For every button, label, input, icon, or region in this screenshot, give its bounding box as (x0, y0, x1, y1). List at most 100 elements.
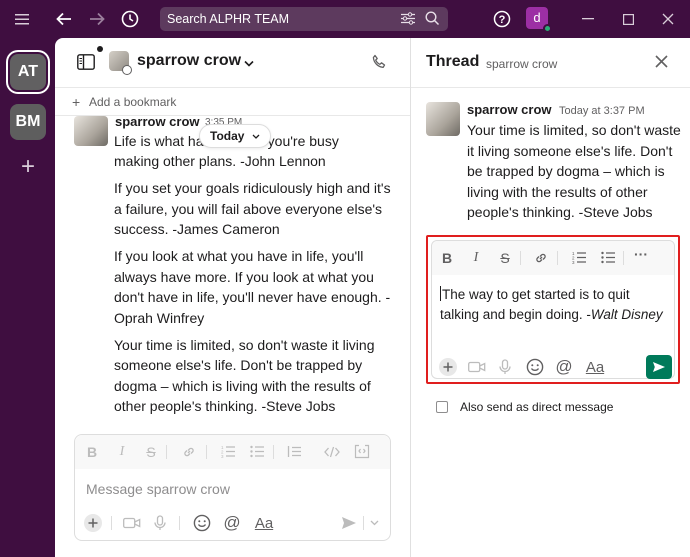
reply-text-attribution: Walt Disney (590, 307, 663, 322)
ordered-list-icon[interactable]: 123 (570, 251, 588, 267)
microphone-icon[interactable] (498, 357, 512, 377)
message-line: success. -James Cameron (114, 221, 280, 237)
thread-title: Thread (426, 53, 480, 70)
thread-author-avatar[interactable] (426, 102, 460, 136)
reply-input[interactable]: The way to get started is to quit talkin… (440, 285, 672, 325)
divider (206, 445, 207, 459)
emoji-icon[interactable] (193, 513, 211, 533)
bulleted-list-icon[interactable] (599, 251, 617, 267)
message-line: n you're busy (256, 133, 339, 149)
more-options-icon[interactable]: ··· (632, 246, 650, 262)
text-formatting-label: Aa (254, 514, 274, 532)
thread-author-name[interactable]: sparrow crow (467, 102, 552, 117)
date-divider-today[interactable]: Today (199, 124, 271, 148)
ordered-list-icon[interactable]: 123 (219, 445, 237, 461)
reply-text-line1: The way to get started is to quit (442, 287, 630, 302)
message-author-name[interactable]: sparrow crow (115, 114, 200, 129)
message-line: Oprah Winfrey (114, 310, 205, 326)
mention-icon[interactable]: @ (555, 357, 573, 377)
emoji-icon[interactable] (526, 357, 544, 377)
mention-icon[interactable]: @ (223, 513, 241, 533)
workspace-bm[interactable]: BM (10, 104, 46, 140)
send-icon (653, 362, 665, 372)
close-thread-icon[interactable] (655, 52, 668, 73)
italic-icon[interactable]: I (113, 444, 131, 460)
send-button[interactable] (646, 355, 672, 379)
thread-message-line: be trapped by dogma – which is (467, 163, 665, 179)
bulleted-list-icon[interactable] (248, 445, 266, 461)
reply-composer[interactable]: B I S 123 ··· The way to get started is … (431, 240, 675, 379)
history-clock-icon[interactable] (119, 8, 141, 30)
reply-composer-highlight: B I S 123 ··· The way to get started is … (426, 235, 680, 384)
phone-call-icon[interactable] (371, 54, 387, 75)
message-line: If you look at what you have in life, yo… (114, 248, 364, 264)
reply-text-line2: talking and begin doing. - (440, 307, 591, 322)
microphone-icon[interactable] (153, 513, 167, 533)
search-filter-icon[interactable] (401, 12, 415, 28)
formatting-toolbar: B I S 123 (75, 435, 390, 469)
code-icon[interactable] (323, 445, 341, 461)
presence-away-icon (122, 65, 132, 75)
message-author-avatar[interactable] (74, 116, 108, 146)
attach-plus-icon[interactable] (83, 513, 103, 533)
message-line: Your time is limited, so don't waste it … (114, 337, 375, 353)
message-composer[interactable]: B I S 123 Message sparrow crow @ Aa (74, 434, 391, 541)
divider (179, 516, 180, 530)
video-camera-icon[interactable] (123, 513, 141, 533)
also-send-checkbox[interactable] (436, 401, 448, 413)
strikethrough-icon[interactable]: S (142, 444, 160, 460)
message-line: someone else's life. Don't be trapped by (114, 357, 363, 373)
thread-message-line: living with the results of other (467, 184, 648, 200)
svg-text:3: 3 (572, 260, 575, 264)
hamburger-menu-icon[interactable] (11, 8, 33, 30)
italic-icon[interactable]: I (467, 250, 485, 266)
also-send-label: Also send as direct message (460, 400, 614, 414)
link-icon[interactable] (180, 445, 198, 462)
composer-placeholder[interactable]: Message sparrow crow (86, 481, 230, 497)
help-icon[interactable]: ? (491, 8, 513, 30)
video-camera-icon[interactable] (468, 357, 486, 377)
message-line: always have more. If you look at what yo… (114, 269, 374, 285)
add-workspace-icon[interactable]: + (17, 155, 39, 179)
minimize-window-icon[interactable] (577, 8, 599, 30)
search-placeholder: Search ALPHR TEAM (167, 12, 290, 26)
blockquote-icon[interactable] (285, 445, 303, 461)
bold-icon[interactable]: B (83, 444, 101, 460)
divider (363, 516, 364, 530)
attach-plus-icon[interactable] (438, 357, 458, 377)
forward-arrow-icon[interactable] (86, 8, 108, 30)
chevron-down-icon (252, 134, 260, 139)
maximize-window-icon[interactable] (617, 8, 639, 30)
svg-text:?: ? (499, 14, 506, 26)
schedule-chevron-icon[interactable] (367, 513, 381, 533)
strikethrough-icon[interactable]: S (496, 250, 514, 266)
bold-icon[interactable]: B (438, 250, 456, 266)
text-formatting-icon[interactable]: Aa (253, 513, 275, 533)
divider (520, 251, 521, 265)
text-formatting-label: Aa (585, 358, 605, 376)
back-arrow-icon[interactable] (53, 8, 75, 30)
channel-title[interactable]: sparrow crow (137, 52, 241, 70)
chevron-down-icon[interactable] (244, 55, 254, 73)
message-line: don't have in life, you'll never have en… (114, 289, 391, 305)
code-block-icon[interactable] (353, 444, 371, 462)
divider (557, 251, 558, 265)
thread-channel-name[interactable]: sparrow crow (486, 57, 557, 71)
thread-timestamp[interactable]: Today at 3:37 PM (559, 105, 645, 117)
workspace-at[interactable]: AT (10, 54, 46, 90)
divider (166, 445, 167, 459)
bookmarks-bar[interactable]: + Add a bookmark (55, 88, 410, 116)
thread-message-line: Your time is limited, so don't waste (467, 122, 681, 138)
channel-header: sparrow crow (55, 38, 410, 88)
thread-message-line: it living someone else's life. Don't (467, 143, 673, 159)
send-icon[interactable] (340, 513, 358, 533)
text-formatting-icon[interactable]: Aa (584, 357, 606, 377)
close-window-icon[interactable] (657, 8, 679, 30)
search-bar[interactable]: Search ALPHR TEAM (160, 7, 448, 31)
sidebar-toggle-icon[interactable] (77, 54, 95, 70)
presence-active-icon (543, 24, 552, 33)
link-icon[interactable] (532, 251, 550, 268)
thread-header: Thread sparrow crow (411, 38, 690, 88)
text-cursor (440, 286, 441, 301)
add-bookmark-label: Add a bookmark (89, 95, 177, 109)
